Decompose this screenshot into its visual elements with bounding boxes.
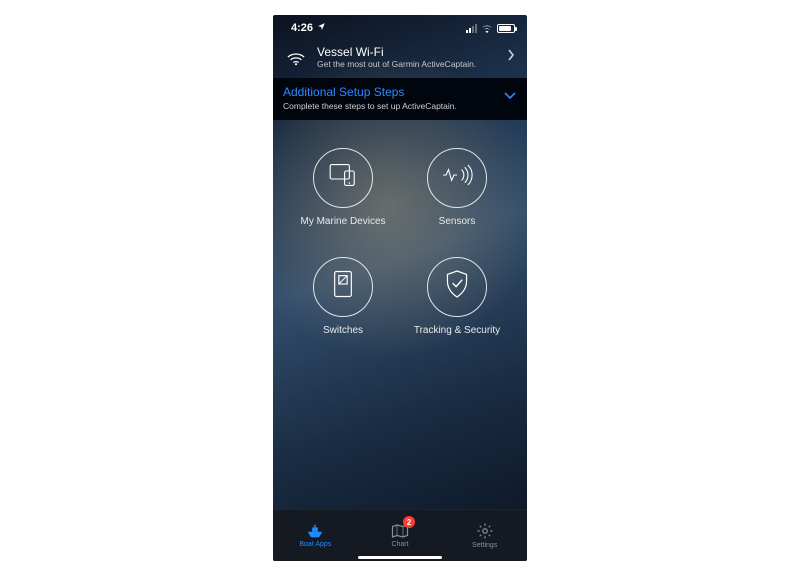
feature-grid: My Marine Devices Sensors: [273, 120, 527, 336]
sensors-icon: [440, 163, 474, 192]
home-indicator: [358, 556, 442, 559]
chevron-right-icon: [507, 48, 515, 66]
chart-badge: 2: [403, 516, 415, 528]
feature-sensors[interactable]: Sensors: [405, 148, 509, 227]
battery-icon: [497, 24, 515, 33]
tab-settings[interactable]: Settings: [442, 510, 527, 561]
tab-bar: Boat Apps 2 Chart Settings: [273, 509, 527, 561]
vessel-wifi-row[interactable]: Vessel Wi-Fi Get the most out of Garmin …: [273, 37, 527, 78]
feature-marine-devices[interactable]: My Marine Devices: [291, 148, 395, 227]
tab-boat-apps[interactable]: Boat Apps: [273, 510, 358, 561]
vessel-wifi-subtitle: Get the most out of Garmin ActiveCaptain…: [317, 59, 476, 69]
tab-label: Chart: [391, 541, 408, 548]
wifi-icon: [481, 24, 493, 33]
feature-tracking-security[interactable]: Tracking & Security: [405, 257, 509, 336]
wifi-signal-icon: [285, 48, 307, 66]
tab-chart[interactable]: 2 Chart: [358, 510, 443, 561]
setup-banner[interactable]: Additional Setup Steps Complete these st…: [273, 78, 527, 120]
setup-title: Additional Setup Steps: [283, 85, 517, 99]
chevron-down-icon: [503, 88, 517, 106]
status-time: 4:26: [291, 22, 313, 34]
location-icon: [317, 22, 326, 34]
tab-label: Settings: [472, 542, 497, 549]
cellular-icon: [466, 24, 477, 33]
shield-icon: [444, 269, 470, 304]
status-bar: 4:26: [273, 15, 527, 37]
devices-icon: [327, 161, 359, 194]
gear-icon: [476, 522, 494, 540]
feature-switches[interactable]: Switches: [291, 257, 395, 336]
switches-icon: [332, 269, 354, 304]
boat-icon: [305, 523, 325, 539]
vessel-wifi-title: Vessel Wi-Fi: [317, 45, 476, 59]
feature-label: Tracking & Security: [414, 325, 500, 336]
feature-label: Sensors: [439, 216, 476, 227]
tab-label: Boat Apps: [299, 541, 331, 548]
feature-label: My Marine Devices: [300, 216, 385, 227]
app-screen: 4:26 Vessel Wi-Fi Get: [273, 15, 527, 561]
feature-label: Switches: [323, 325, 363, 336]
setup-subtitle: Complete these steps to set up ActiveCap…: [283, 101, 517, 111]
